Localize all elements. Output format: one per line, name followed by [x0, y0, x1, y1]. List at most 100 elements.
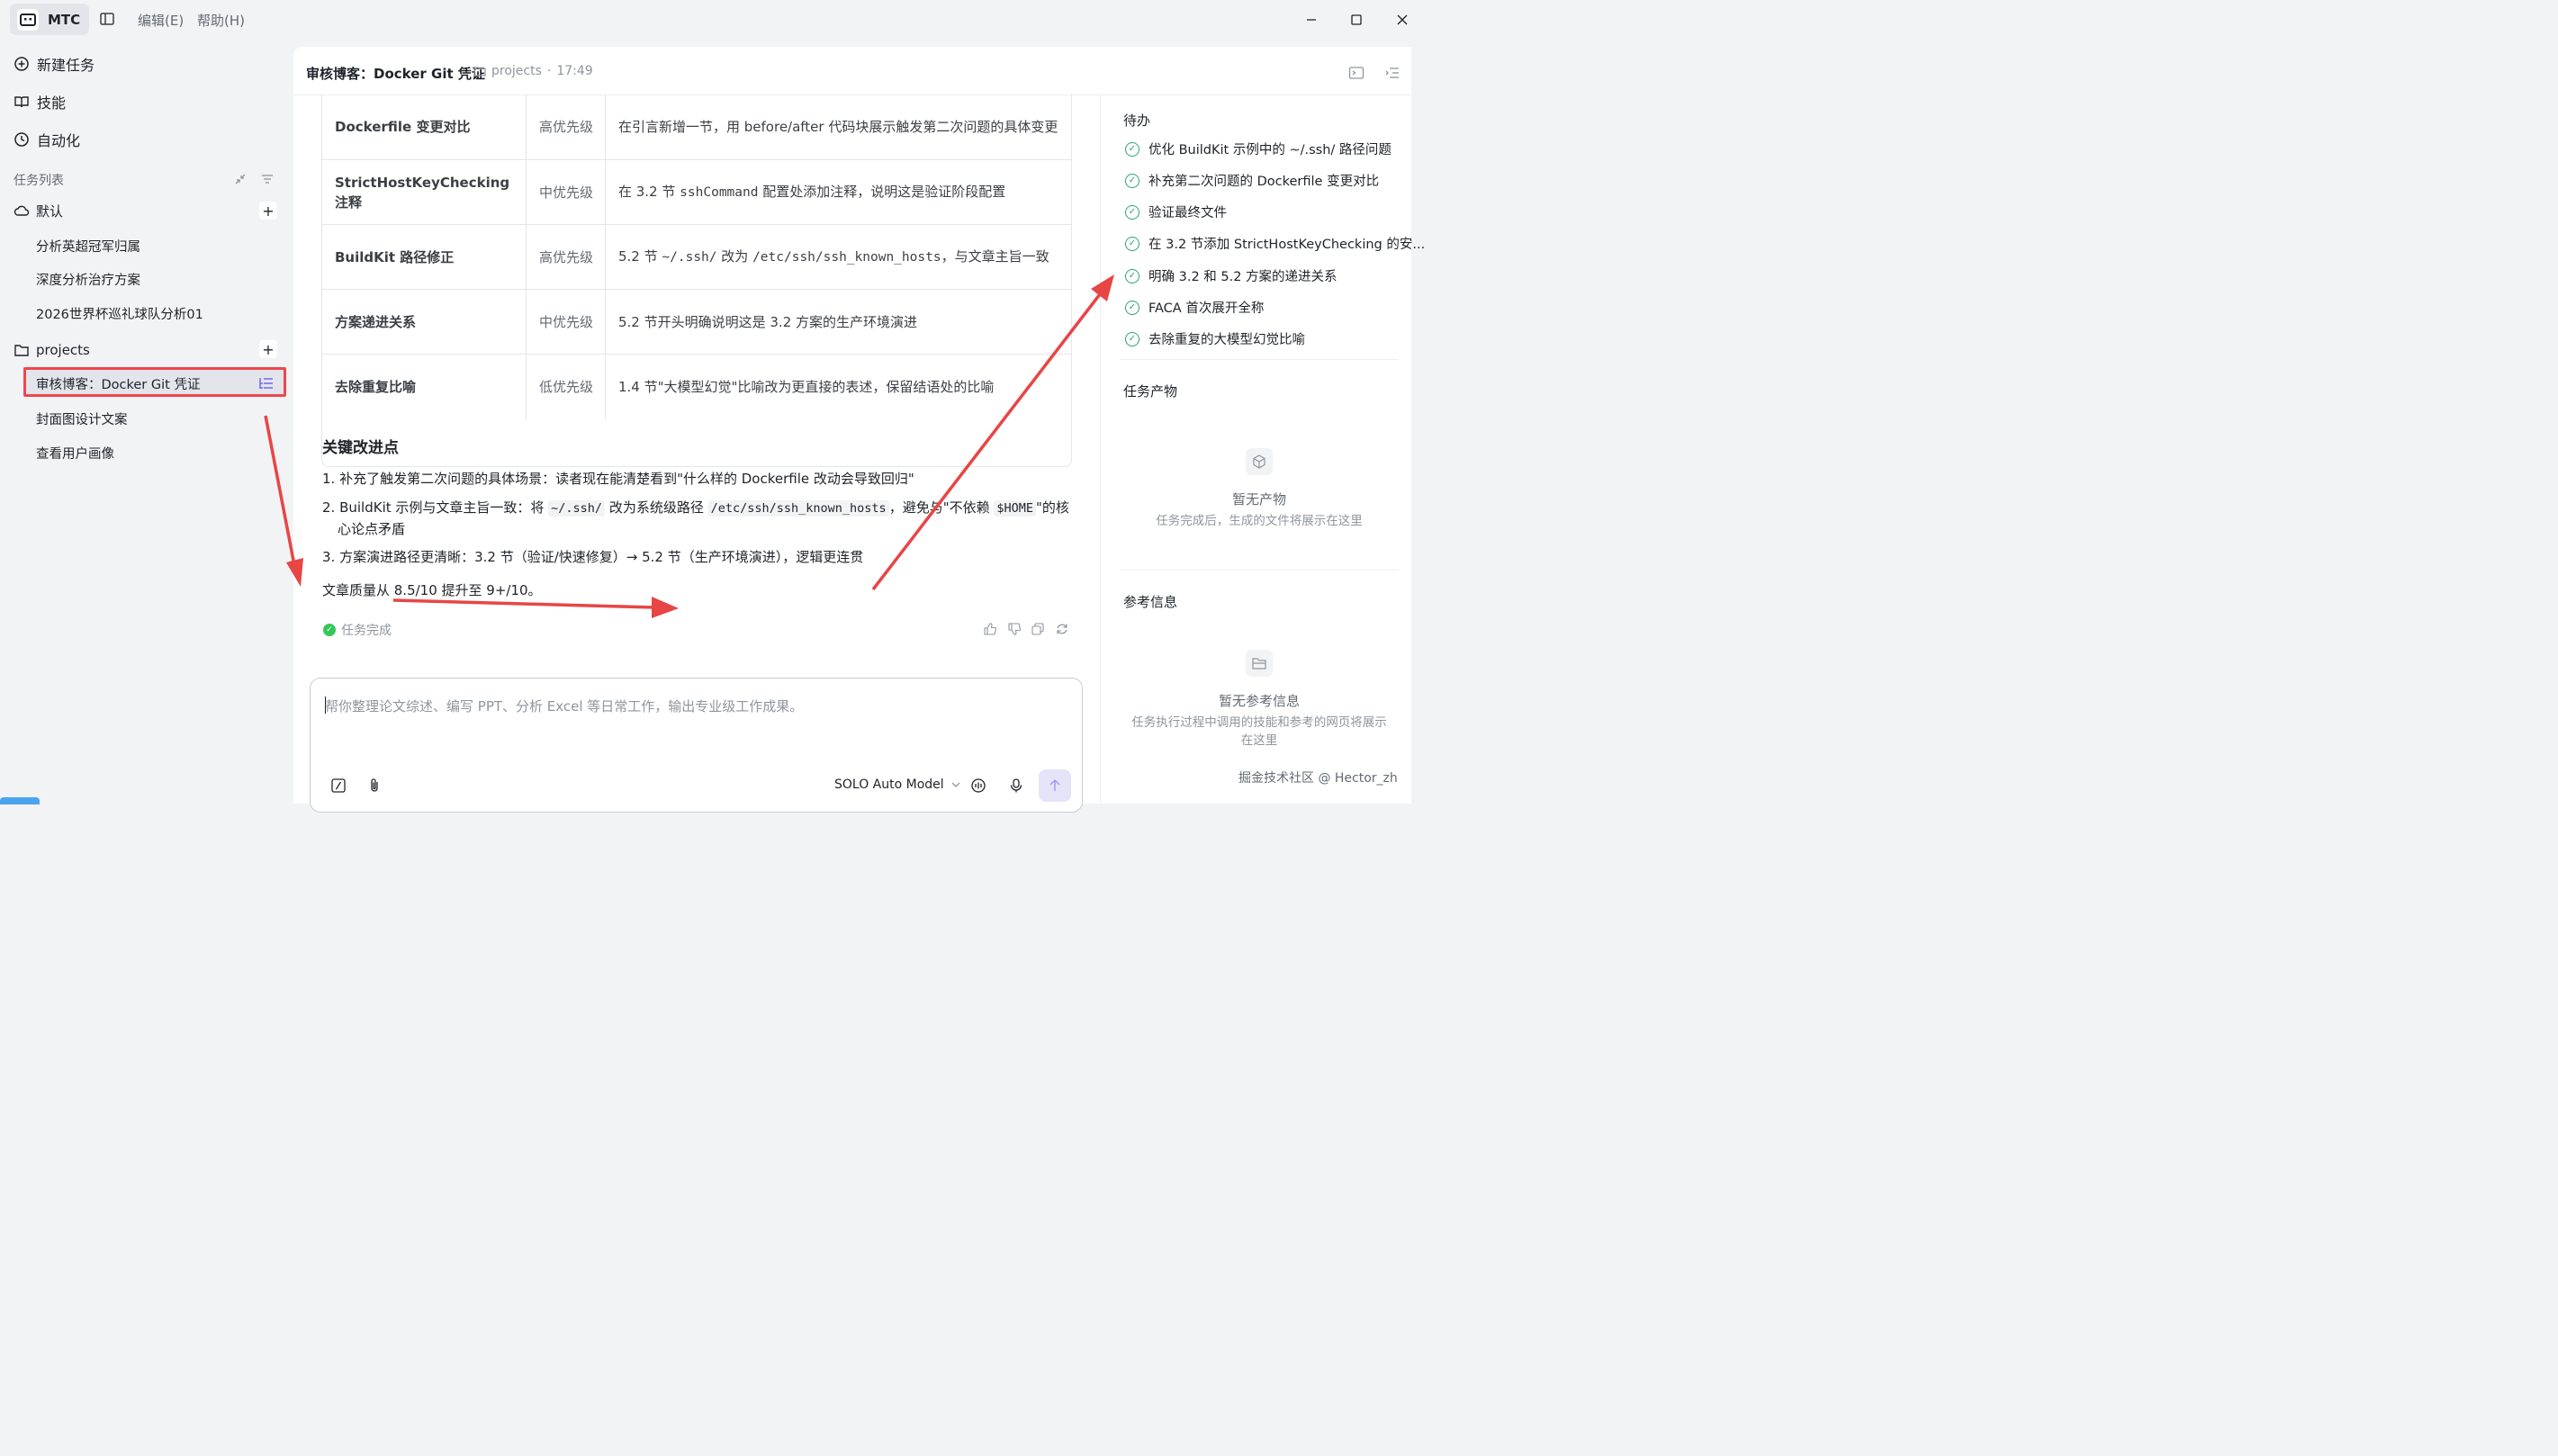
- table-cell-item: StrictHostKeyChecking 注释: [322, 160, 527, 224]
- panel-divider: [1100, 94, 1101, 804]
- menu-help[interactable]: 帮助(H): [197, 11, 245, 30]
- table-cell-desc: 在引言新增一节，用 before/after 代码块展示触发第二次问题的具体变更: [618, 119, 1058, 135]
- check-icon: ✓: [1125, 141, 1139, 157]
- check-icon: ✓: [1125, 204, 1139, 220]
- skills-label: 技能: [37, 94, 67, 112]
- table-row: 方案递进关系 中优先级 5.2 节开头明确说明这是 3.2 方案的生产环境演进: [322, 290, 1071, 355]
- artifacts-empty-title: 暂无产物: [1231, 491, 1286, 508]
- book-icon: [14, 96, 29, 108]
- title-bar: MTC 编辑(E) 帮助(H): [0, 0, 1411, 40]
- group-default[interactable]: 默认: [14, 200, 63, 221]
- todo-item[interactable]: ✓ 补充第二次问题的 Dockerfile 变更对比: [1125, 171, 1379, 190]
- copy-icon[interactable]: [1031, 622, 1045, 636]
- task-list-icon[interactable]: [258, 375, 275, 391]
- thumbs-down-icon[interactable]: [1007, 622, 1022, 636]
- clock-icon: [14, 132, 29, 147]
- add-to-default-button[interactable]: +: [259, 202, 277, 220]
- refresh-icon[interactable]: [1055, 622, 1069, 636]
- box-icon: [1246, 448, 1273, 475]
- send-button[interactable]: [1039, 769, 1071, 802]
- task-item[interactable]: 查看用户画像: [36, 444, 114, 463]
- prompt-input[interactable]: 帮你整理论文综述、编写 PPT、分析 Excel 等日常工作，输出专业级工作成果…: [310, 678, 1083, 813]
- skills-button[interactable]: 技能: [14, 90, 66, 113]
- slash-command-icon[interactable]: [330, 777, 347, 794]
- table-cell-desc: 在 3.2 节 sshCommand 配置处添加注释，说明这是验证阶段配置: [618, 184, 1006, 200]
- check-icon: ✓: [1125, 236, 1139, 251]
- minimize-icon[interactable]: [1301, 9, 1322, 31]
- header-time: 17:49: [556, 64, 593, 78]
- maximize-icon[interactable]: [1346, 9, 1367, 31]
- table-row: Dockerfile 变更对比 高优先级 在引言新增一节，用 before/af…: [322, 94, 1071, 160]
- model-select[interactable]: SOLO Auto Model: [834, 777, 960, 792]
- table-cell-priority: 低优先级: [527, 355, 606, 419]
- table-row: BuildKit 路径修正 高优先级 5.2 节 ~/.ssh/ 改为 /etc…: [322, 225, 1071, 290]
- list-item: 1. 补充了触发第二次问题的具体场景：读者现在能清楚看到"什么样的 Docker…: [322, 471, 914, 487]
- header-meta: projects · 17:49: [473, 64, 593, 78]
- menu-edit[interactable]: 编辑(E): [138, 11, 184, 30]
- task-status: ✓ 任务完成: [323, 621, 392, 639]
- todo-item[interactable]: ✓ FACA 首次展开全称: [1125, 298, 1264, 317]
- thumbs-up-icon[interactable]: [983, 622, 997, 636]
- task-item[interactable]: 封面图设计文案: [36, 409, 128, 428]
- bottom-indicator: [0, 797, 40, 804]
- table-cell-priority: 中优先级: [527, 160, 606, 224]
- new-task-button[interactable]: 新建任务: [14, 52, 95, 76]
- task-item[interactable]: 2026世界杯巡礼球队分析01: [36, 304, 203, 323]
- prompt-placeholder: 帮你整理论文综述、编写 PPT、分析 Excel 等日常工作，输出专业级工作成果…: [325, 698, 804, 715]
- app-name: MTC: [48, 11, 81, 28]
- app-switcher[interactable]: MTC: [10, 4, 89, 35]
- collapse-all-icon[interactable]: [233, 172, 248, 186]
- list-item: 3. 方案演进路径更清晰：3.2 节（验证/快速修复）→ 5.2 节（生产环境演…: [322, 549, 864, 565]
- task-item-active-label: 审核博客：Docker Git 凭证: [36, 378, 201, 392]
- check-icon: ✓: [1125, 173, 1139, 188]
- table-cell-priority: 中优先级: [527, 290, 606, 354]
- divider: [1120, 359, 1399, 360]
- new-task-icon: [14, 57, 29, 71]
- page-title: 审核博客：Docker Git 凭证: [306, 66, 485, 82]
- references-empty-title: 暂无参考信息: [1218, 693, 1300, 709]
- group-default-label: 默认: [36, 202, 64, 220]
- group-projects[interactable]: projects: [14, 339, 90, 361]
- table-cell-item: BuildKit 路径修正: [322, 225, 527, 289]
- folder-icon: [14, 345, 29, 356]
- todo-item[interactable]: ✓ 验证最终文件: [1125, 202, 1227, 221]
- artifacts-title: 任务产物: [1123, 383, 1178, 400]
- task-item[interactable]: 深度分析治疗方案: [36, 270, 140, 289]
- table-cell-desc: 5.2 节开头明确说明这是 3.2 方案的生产环境演进: [618, 313, 918, 330]
- voice-chat-icon[interactable]: [970, 777, 986, 794]
- improvements-table: Dockerfile 变更对比 高优先级 在引言新增一节，用 before/af…: [321, 94, 1072, 467]
- microphone-icon[interactable]: [1008, 777, 1024, 794]
- panel-toggle-icon[interactable]: [1384, 65, 1401, 81]
- automation-button[interactable]: 自动化: [14, 128, 80, 151]
- todo-item[interactable]: ✓ 在 3.2 节添加 StrictHostKeyChecking 的安...: [1125, 234, 1425, 253]
- references-empty-desc-2: 在这里: [1240, 733, 1278, 748]
- filter-icon[interactable]: [260, 172, 275, 186]
- todo-item[interactable]: ✓ 优化 BuildKit 示例中的 ~/.ssh/ 路径问题: [1125, 139, 1392, 158]
- todo-item[interactable]: ✓ 去除重复的大模型幻觉比喻: [1125, 329, 1305, 348]
- arrow-up-icon: [1049, 778, 1060, 791]
- table-cell-desc: 1.4 节"大模型幻觉"比喻改为更直接的表述，保留结语处的比喻: [618, 379, 995, 395]
- list-item: 2. BuildKit 示例与文章主旨一致：将 ~/.ssh/ 改为系统级路径 …: [322, 499, 1069, 537]
- sidebar: 新建任务 技能 自动化 任务列表 默认 + 分析英超冠军归属 深度分析治疗方案 …: [0, 40, 293, 804]
- automation-label: 自动化: [37, 132, 81, 149]
- table-row: StrictHostKeyChecking 注释 中优先级 在 3.2 节 ss…: [322, 160, 1071, 225]
- table-row: 去除重复比喻 低优先级 1.4 节"大模型幻觉"比喻改为更直接的表述，保留结语处…: [322, 355, 1071, 419]
- task-item-active[interactable]: 审核博客：Docker Git 凭证: [23, 367, 286, 397]
- table-cell-desc: 5.2 节 ~/.ssh/ 改为 /etc/ssh/ssh_known_host…: [618, 248, 1049, 265]
- attachment-icon[interactable]: [366, 777, 383, 794]
- table-cell-item: Dockerfile 变更对比: [322, 94, 527, 159]
- close-icon[interactable]: [1392, 9, 1413, 31]
- section-heading: 关键改进点: [322, 439, 399, 457]
- table-cell-priority: 高优先级: [527, 94, 606, 159]
- main-panel: 审核博客：Docker Git 凭证 projects · 17:49 Dock…: [293, 47, 1425, 813]
- divider: [1120, 570, 1399, 571]
- add-to-projects-button[interactable]: +: [259, 340, 277, 358]
- todo-item[interactable]: ✓ 明确 3.2 和 5.2 方案的递进关系: [1125, 266, 1338, 285]
- folder-open-icon: [1246, 650, 1273, 677]
- summary-text: 文章质量从 8.5/10 提升至 9+/10。: [322, 582, 542, 598]
- task-item[interactable]: 分析英超冠军归属: [36, 237, 140, 256]
- check-icon: ✓: [1125, 268, 1139, 283]
- watermark: 掘金技术社区 @ Hector_zh: [1238, 771, 1398, 786]
- terminal-icon[interactable]: [1348, 65, 1365, 81]
- sidebar-toggle-icon[interactable]: [99, 11, 117, 29]
